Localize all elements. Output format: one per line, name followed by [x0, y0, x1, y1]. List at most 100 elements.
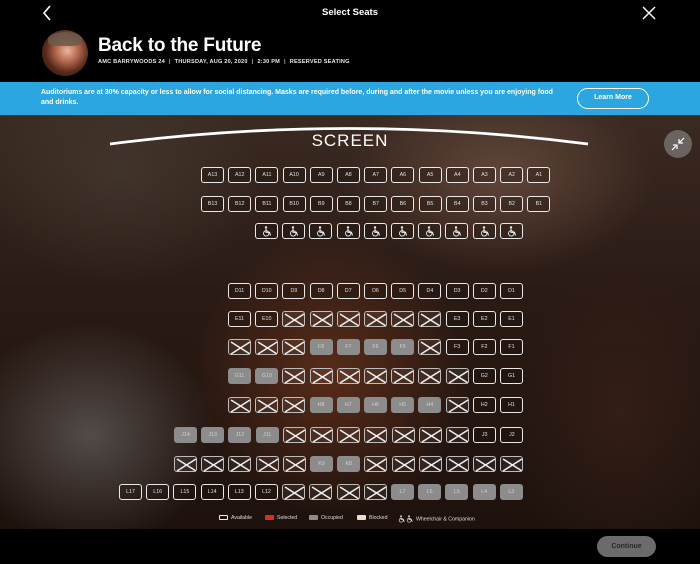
seat-available[interactable]: D8 [309, 283, 333, 299]
wheelchair-seat[interactable] [472, 223, 496, 239]
seat-occupied: J11 [255, 427, 279, 443]
seat-available[interactable]: L15 [173, 484, 197, 500]
seat-available[interactable]: A8 [337, 167, 360, 183]
continue-button[interactable]: Continue [597, 536, 656, 557]
seat-available[interactable]: A11 [255, 167, 279, 183]
seat-available[interactable]: D1 [500, 283, 523, 299]
seat-available[interactable]: B6 [391, 196, 415, 212]
wheelchair-seat[interactable] [499, 223, 523, 239]
seat-available[interactable]: D5 [391, 283, 415, 299]
seat-available[interactable]: A1 [527, 167, 551, 183]
seat-available[interactable]: A12 [228, 167, 252, 183]
wheelchair-seat[interactable] [418, 223, 442, 239]
blocked-seat [174, 456, 197, 472]
seat-available[interactable]: F2 [472, 339, 496, 355]
seat-available[interactable]: L12 [255, 484, 278, 500]
seat-available[interactable]: J3 [473, 427, 497, 443]
blocked-seat [228, 456, 252, 472]
seat-available[interactable]: B7 [364, 196, 388, 212]
seat-available[interactable]: A13 [201, 167, 224, 183]
seat-available[interactable]: D7 [336, 283, 360, 299]
collapse-view-button[interactable] [664, 130, 692, 158]
seat-available[interactable]: E3 [445, 311, 469, 327]
seat-occupied: F8 [309, 339, 333, 355]
legend-blocked: Blocked [357, 515, 387, 521]
seat-available[interactable]: D2 [472, 283, 496, 299]
wheelchair-seat[interactable] [255, 223, 278, 239]
blocked-seat [364, 456, 388, 472]
seat-available[interactable]: F3 [445, 339, 469, 355]
blocked-seat [418, 427, 442, 443]
seat-available[interactable]: L14 [200, 484, 224, 500]
seat-available[interactable]: B5 [418, 196, 442, 212]
seat-occupied: J12 [228, 427, 252, 443]
blocked-seat [391, 368, 415, 384]
seat-available[interactable]: E10 [255, 311, 279, 327]
blocked-seat [418, 339, 442, 355]
movie-header: Back to the Future AMC BARRYWOODS 24 | THU… [0, 26, 700, 82]
seat-available[interactable]: A9 [309, 167, 333, 183]
seat-available[interactable]: B10 [282, 196, 306, 212]
seat-available[interactable]: H2 [472, 397, 496, 413]
seat-available[interactable]: A6 [391, 167, 415, 183]
seat-available[interactable]: A7 [364, 167, 388, 183]
wheelchair-seat[interactable] [363, 223, 387, 239]
seat-available[interactable]: D11 [228, 283, 251, 299]
seat-available[interactable]: E11 [228, 311, 251, 327]
wheelchair-seat[interactable] [336, 223, 360, 239]
wheelchair-seat[interactable] [445, 223, 469, 239]
seat-available[interactable]: B13 [201, 196, 224, 212]
seat-available[interactable]: A10 [282, 167, 306, 183]
wheelchair-seat[interactable] [282, 223, 306, 239]
seat-available[interactable]: E1 [500, 311, 523, 327]
blocked-seat [363, 484, 387, 500]
seat-available[interactable]: H1 [500, 397, 523, 413]
blocked-seat [255, 456, 279, 472]
seat-available[interactable]: F1 [500, 339, 523, 355]
seat-available[interactable]: G2 [472, 368, 496, 384]
close-button[interactable] [640, 4, 658, 22]
seat-available[interactable]: B3 [473, 196, 496, 212]
seat-available[interactable]: B8 [337, 196, 360, 212]
seat-occupied: L7 [391, 484, 414, 500]
seat-occupied: L4 [472, 484, 496, 500]
seat-available[interactable]: D3 [445, 283, 469, 299]
seat-available[interactable]: D4 [418, 283, 442, 299]
blocked-swatch [357, 515, 366, 521]
seat-available[interactable]: E2 [472, 311, 496, 327]
seat-available[interactable]: B12 [228, 196, 252, 212]
seat-available[interactable]: A3 [473, 167, 496, 183]
seat-available[interactable]: G1 [500, 368, 523, 384]
seat-available[interactable]: D9 [282, 283, 306, 299]
seat-available[interactable]: J2 [500, 427, 524, 443]
seat-occupied: H8 [309, 397, 333, 413]
seat-available[interactable]: B11 [255, 196, 279, 212]
theater-name: AMC BARRYWOODS 24 [98, 59, 165, 65]
seat-available[interactable]: A4 [445, 167, 469, 183]
showtime-time: 2:30 PM [257, 59, 280, 65]
blocked-seat [309, 368, 333, 384]
blocked-seat [391, 311, 415, 327]
seat-available[interactable]: L13 [227, 484, 251, 500]
seat-available[interactable]: A2 [500, 167, 524, 183]
blocked-seat [445, 397, 469, 413]
learn-more-button[interactable]: Learn More [577, 88, 649, 109]
seat-available[interactable]: B9 [309, 196, 333, 212]
blocked-seat [282, 456, 306, 472]
seat-available[interactable]: D10 [255, 283, 279, 299]
seat-occupied: L5 [445, 484, 469, 500]
seat-available[interactable]: B4 [445, 196, 469, 212]
blocked-seat [473, 456, 497, 472]
seat-occupied: F7 [336, 339, 360, 355]
wheelchair-seat[interactable] [391, 223, 414, 239]
movie-meta: AMC BARRYWOODS 24 | THURSDAY, AUG 20, 2020… [98, 59, 350, 65]
legend-available: Available [219, 515, 252, 521]
seat-available[interactable]: D6 [364, 283, 387, 299]
blocked-seat [446, 427, 469, 443]
seat-available[interactable]: B2 [500, 196, 524, 212]
seat-available[interactable]: L16 [146, 484, 170, 500]
seat-available[interactable]: A5 [418, 167, 442, 183]
seat-available[interactable]: B1 [527, 196, 551, 212]
seat-available[interactable]: L17 [119, 484, 142, 500]
wheelchair-seat[interactable] [309, 223, 333, 239]
